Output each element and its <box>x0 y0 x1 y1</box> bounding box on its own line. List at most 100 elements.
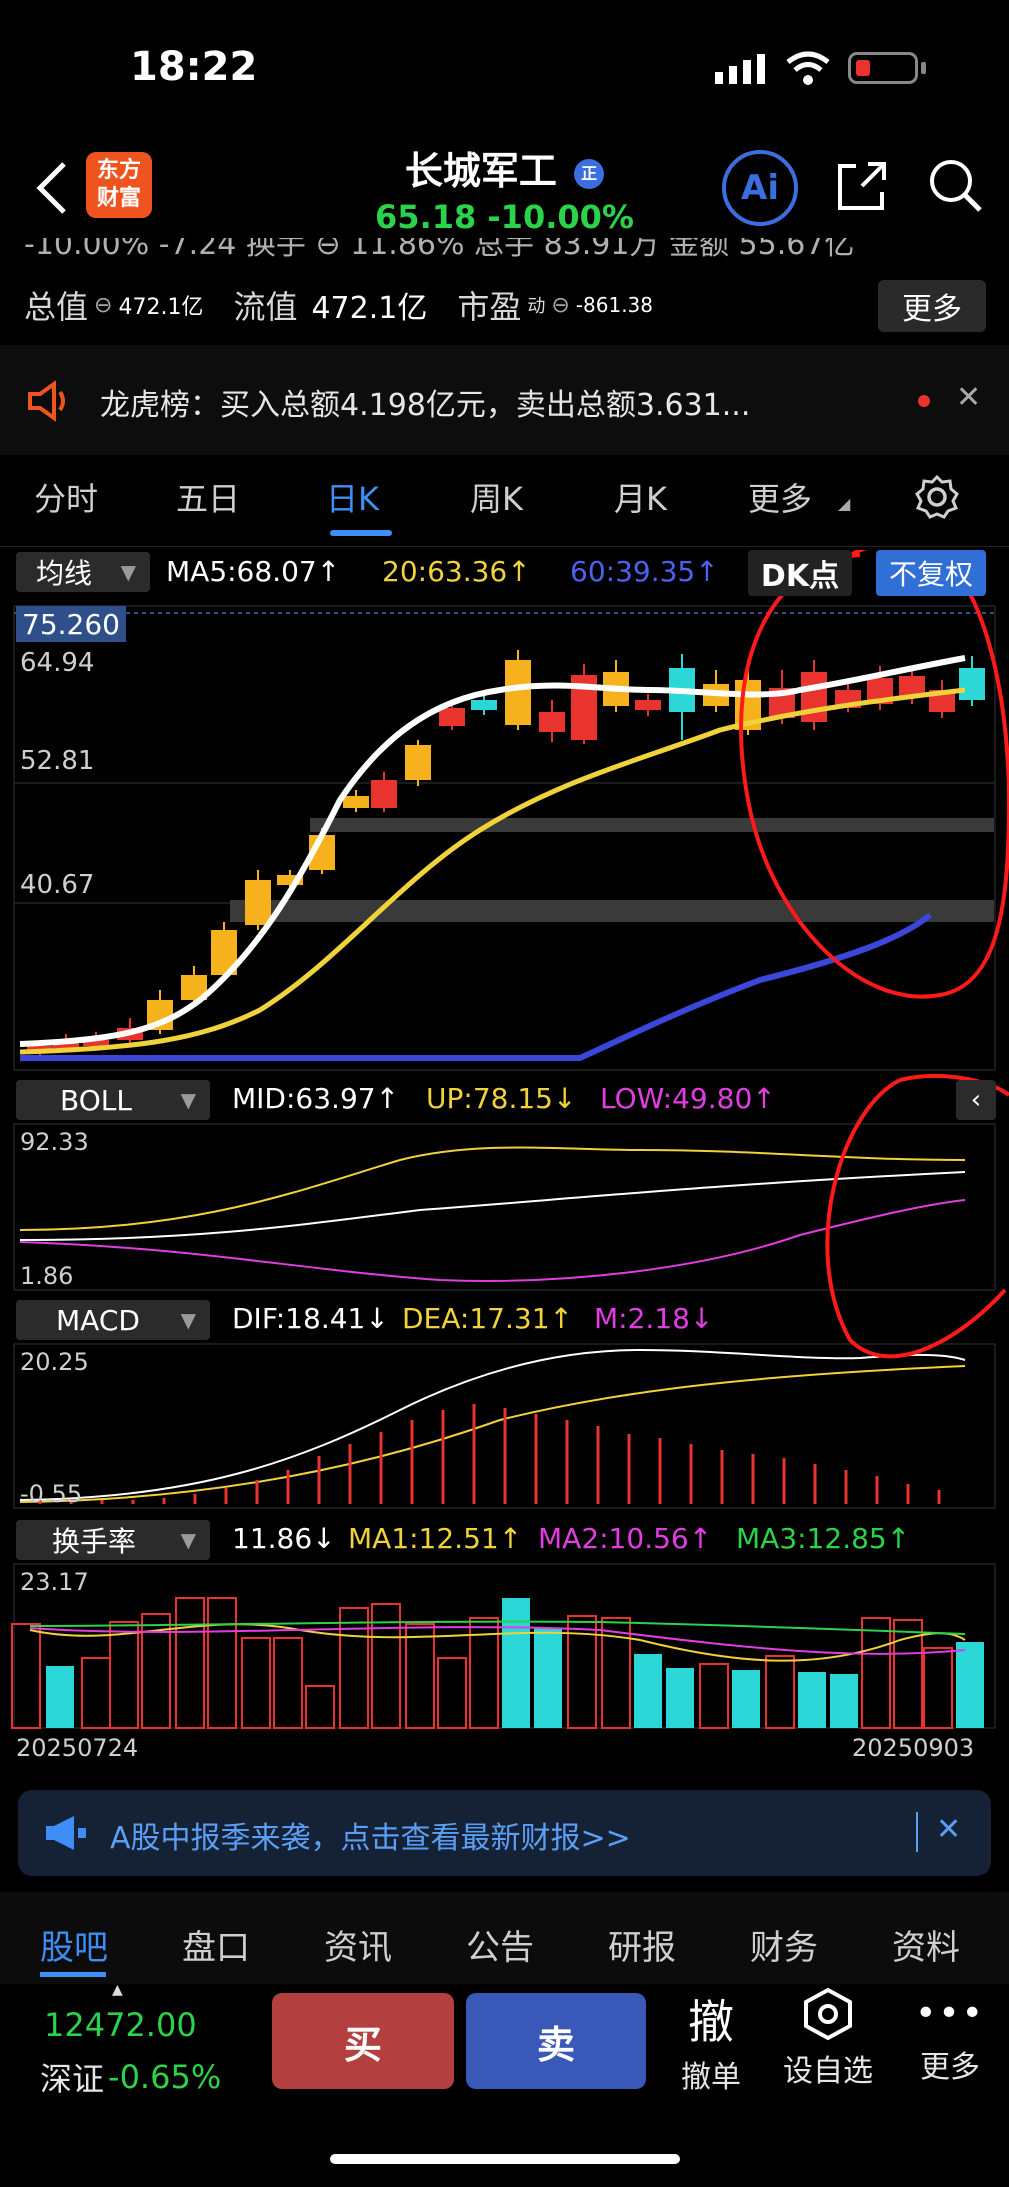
turnover-selector[interactable]: 换手率 ▼ <box>16 1520 210 1560</box>
boll-label: BOLL <box>60 1083 132 1117</box>
price-level-1: 64.94 <box>20 648 95 678</box>
boll-up-line <box>19 1146 966 1231</box>
speaker-icon <box>28 380 65 422</box>
banner-text: A股中报季来袭，点击查看最新财报>> <box>110 1821 631 1856</box>
close-icon[interactable]: ✕ <box>936 1812 961 1847</box>
boll-mid: MID:63.97↑ <box>232 1082 400 1115</box>
collapse-button[interactable]: ‹ <box>956 1080 996 1120</box>
candle <box>371 780 397 808</box>
support-band <box>230 900 994 922</box>
turnover-bar <box>437 1657 467 1729</box>
search-icon[interactable] <box>926 156 986 216</box>
macd-selector[interactable]: MACD ▼ <box>16 1300 210 1340</box>
turnover-bar <box>241 1637 271 1729</box>
macd-m: M:2.18↓ <box>594 1302 714 1335</box>
boll-bottom: 1.86 <box>20 1262 74 1290</box>
sell-button[interactable]: 卖 <box>466 1993 646 2089</box>
index-name: 深证 <box>40 2060 105 2098</box>
home-indicator <box>330 2154 680 2164</box>
up-arrow-icon: ▲ <box>112 1982 123 1998</box>
tab-finance[interactable]: 财务 <box>750 1920 818 1969</box>
tab-profile[interactable]: 资料 <box>892 1920 960 1969</box>
no-adjust-button[interactable]: 不复权 <box>876 550 986 596</box>
tab-active-indicator <box>40 1972 106 1977</box>
buy-button[interactable]: 买 <box>272 1993 454 2089</box>
support-band <box>310 818 994 832</box>
turnover-bar <box>46 1666 74 1728</box>
megaphone-icon <box>46 1816 86 1850</box>
turnover-bar <box>666 1668 694 1728</box>
turnover-label: 换手率 <box>52 1525 137 1558</box>
price-level-3: 40.67 <box>20 870 95 900</box>
turnover-value: 11.86↓ <box>232 1522 336 1555</box>
total-value: 472.1亿 <box>118 295 204 320</box>
turnover-bar <box>534 1628 562 1728</box>
add-watchlist-button[interactable]: 设自选 <box>776 1986 880 2090</box>
candle <box>439 708 465 726</box>
macd-dea: DEA:17.31↑ <box>402 1302 573 1335</box>
ma-selector[interactable]: 均线 ▼ <box>16 552 150 592</box>
ai-button[interactable]: Ai <box>722 150 798 226</box>
gear-icon[interactable] <box>914 474 960 520</box>
index-change: -0.65% <box>108 2058 222 2096</box>
dk-point-toggle[interactable]: DK点 <box>748 550 852 596</box>
info-partial-row: -10.00% -7.24 换手 ⊖ 11.86% 总手 83.91万 金额 5… <box>24 238 855 260</box>
notice-dot <box>918 395 930 407</box>
turnover-bar <box>765 1655 795 1729</box>
index-info[interactable]: 深证 -0.65% <box>40 2054 221 2100</box>
turnover-bar <box>732 1670 760 1728</box>
kline-chart[interactable] <box>0 550 1009 1760</box>
price-level-2: 52.81 <box>20 746 95 776</box>
macd-dif-line <box>19 1348 966 1501</box>
tab-active-indicator <box>330 530 392 536</box>
tab-announcements[interactable]: 公告 <box>466 1920 534 1969</box>
macd-top: 20.25 <box>20 1348 89 1376</box>
turnover-bar <box>81 1657 111 1729</box>
tab-guba[interactable]: 股吧 <box>40 1920 108 1969</box>
turnover-bar <box>699 1663 729 1729</box>
macd-label: MACD <box>56 1303 140 1337</box>
annotation-circle <box>739 550 1009 999</box>
pe-sup: 动 <box>527 296 546 317</box>
boll-low-line <box>19 1199 966 1282</box>
cancel-order-button[interactable]: 撤 撤单 <box>676 1986 746 2096</box>
turnover-ma3: MA3:12.85↑ <box>736 1522 911 1555</box>
tab-pankou[interactable]: 盘口 <box>182 1920 250 1969</box>
turnover-bar <box>175 1597 205 1729</box>
tab-monthly-k[interactable]: 月K <box>614 474 667 520</box>
candle <box>539 712 565 732</box>
cancel-label: 撤单 <box>681 2060 741 2095</box>
more-label: 更多 <box>920 2050 980 2085</box>
chevron-down-icon: ◢ <box>838 494 851 513</box>
tab-more[interactable]: 更多 <box>748 474 812 520</box>
turnover-bar <box>273 1637 303 1729</box>
turnover-bar <box>830 1674 858 1728</box>
candle <box>405 745 431 780</box>
chevron-down-icon: ▼ <box>180 1308 196 1332</box>
tab-news[interactable]: 资讯 <box>324 1920 392 1969</box>
turnover-ma2: MA2:10.56↑ <box>538 1522 713 1555</box>
tab-intraday[interactable]: 分时 <box>34 474 98 520</box>
more-menu-button[interactable]: ••• 更多 <box>910 1986 990 2086</box>
close-icon[interactable]: ✕ <box>956 380 981 415</box>
ma20-line <box>19 687 966 1055</box>
more-info-button[interactable]: 更多 <box>878 280 986 332</box>
macd-dif: DIF:18.41↓ <box>232 1302 389 1335</box>
boll-selector[interactable]: BOLL ▼ <box>16 1080 210 1120</box>
tab-weekly-k[interactable]: 周K <box>470 474 523 520</box>
chevron-down-icon: ▼ <box>180 1528 196 1552</box>
boll-top: 92.33 <box>20 1128 89 1156</box>
tab-daily-k[interactable]: 日K <box>326 474 379 520</box>
tab-research[interactable]: 研报 <box>608 1920 676 1969</box>
turnover-ma1: MA1:12.51↑ <box>348 1522 523 1555</box>
turnover-bar <box>861 1617 891 1729</box>
total-value-label: 总值 <box>24 288 89 326</box>
index-value[interactable]: 12472.00 <box>44 2006 197 2044</box>
dk-label: DK点 <box>760 559 840 594</box>
macd-bottom: -0.55 <box>20 1480 83 1508</box>
tab-five-day[interactable]: 五日 <box>176 474 240 520</box>
turnover-bar <box>305 1685 335 1729</box>
battery-icon <box>848 52 918 84</box>
boll-up: UP:78.15↓ <box>426 1082 577 1115</box>
share-icon[interactable] <box>834 158 890 214</box>
